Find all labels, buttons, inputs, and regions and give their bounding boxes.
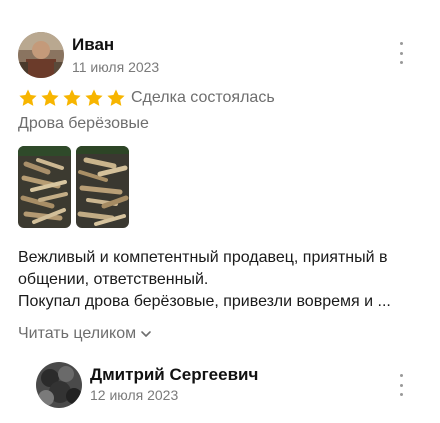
rating-stars — [18, 88, 126, 108]
avatar-ivan[interactable] — [18, 32, 64, 78]
review-text-line: Покупал дрова берёзовые, привезли воврем… — [18, 293, 391, 310]
review-text-line: Вежливый и компетентный продавец, приятн… — [18, 249, 388, 266]
review-date-2: 12 июля 2023 — [90, 387, 179, 403]
more-options-icon-2[interactable] — [394, 374, 408, 396]
author-name-2[interactable]: Дмитрий Сергеевич — [90, 365, 258, 385]
star-icon — [107, 89, 125, 106]
review-photo-2[interactable] — [76, 146, 129, 228]
review-text-line: общении, ответственный. — [18, 271, 209, 288]
product-name: Дрова берёзовые — [18, 115, 149, 132]
deal-status: Сделка состоялась — [131, 89, 275, 106]
star-icon — [19, 89, 37, 106]
star-icon — [85, 89, 103, 106]
review-photo-1[interactable] — [18, 146, 71, 228]
author-name[interactable]: Иван — [72, 35, 114, 55]
avatar-dmitriy[interactable] — [36, 362, 82, 408]
review-text: Вежливый и компетентный продавец, приятн… — [18, 247, 428, 313]
review-date: 11 июля 2023 — [72, 59, 160, 75]
read-more-button[interactable]: Читать целиком — [18, 325, 152, 343]
chevron-down-icon — [141, 331, 151, 337]
read-more-label: Читать целиком — [18, 325, 137, 342]
more-options-icon[interactable] — [394, 42, 408, 64]
star-icon — [41, 89, 59, 106]
star-icon — [63, 89, 81, 106]
